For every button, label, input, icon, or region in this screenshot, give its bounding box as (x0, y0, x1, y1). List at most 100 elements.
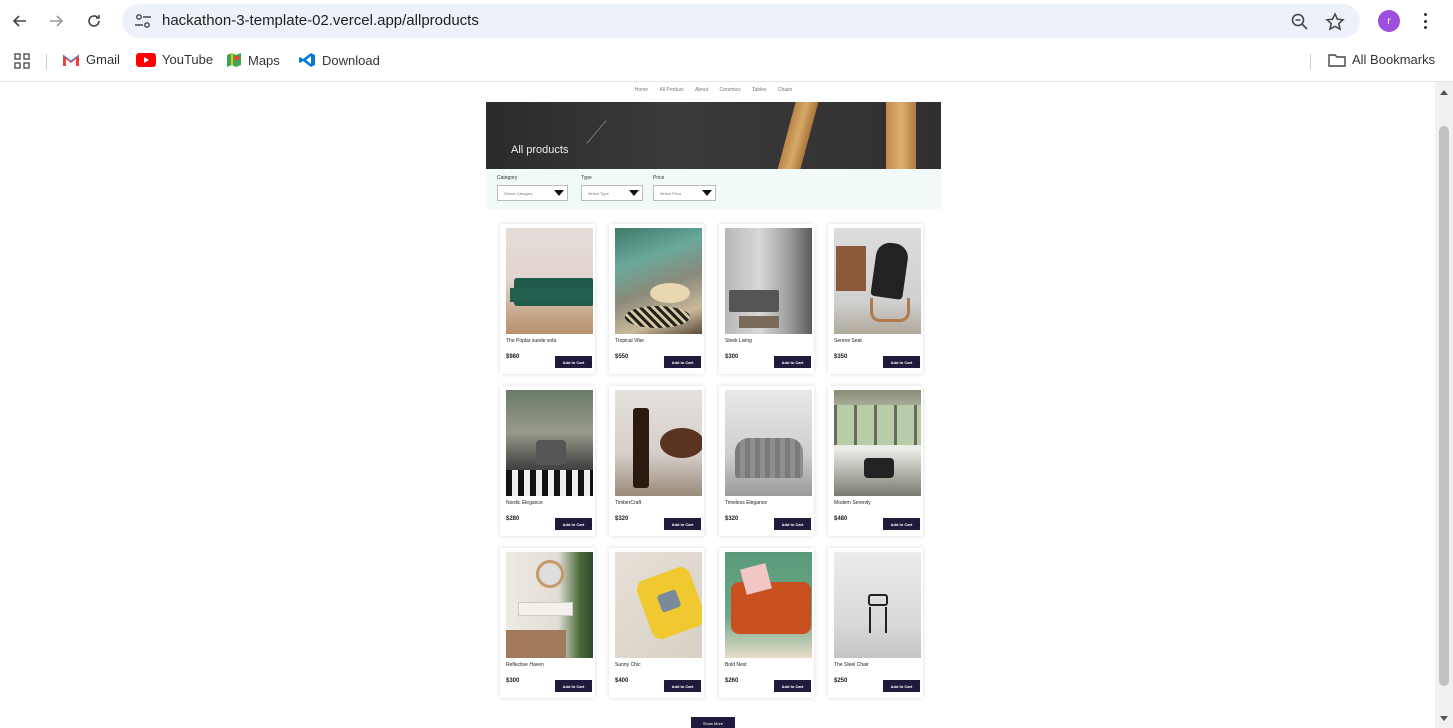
add-to-cart-button[interactable]: Add to Cart (555, 518, 592, 530)
bookmark-label: Download (322, 52, 380, 68)
product-card[interactable]: Timeless Elegance $320 Add to Cart (719, 386, 814, 536)
product-image[interactable] (725, 552, 812, 658)
product-price: $250 (834, 678, 848, 684)
add-to-cart-button[interactable]: Add to Cart (774, 680, 811, 692)
bookmark-maps[interactable]: Maps (226, 52, 280, 68)
bookmark-download[interactable]: Download (298, 52, 380, 68)
nav-home[interactable]: Home (635, 87, 648, 93)
scroll-thumb[interactable] (1439, 126, 1449, 686)
youtube-icon (136, 52, 156, 67)
add-to-cart-button[interactable]: Add to Cart (883, 518, 920, 530)
nav-chairs[interactable]: Chairs (778, 87, 792, 93)
bookmark-star-icon[interactable] (1325, 12, 1345, 32)
product-image[interactable] (834, 552, 921, 658)
nav-tables[interactable]: Tables (752, 87, 766, 93)
type-select[interactable]: Select Type (581, 185, 643, 201)
product-image[interactable] (834, 228, 921, 334)
nav-ceramics[interactable]: Ceramics (719, 87, 740, 93)
select-placeholder: Select Type (588, 190, 609, 196)
product-image[interactable] (725, 390, 812, 496)
category-select[interactable]: Select Category (497, 185, 568, 201)
product-image[interactable] (506, 228, 593, 334)
filter-category: Category Select Category (497, 175, 568, 201)
forward-button[interactable] (44, 9, 68, 33)
filter-type: Type Select Type (581, 175, 643, 201)
scroll-down-icon[interactable] (1440, 716, 1448, 721)
filter-price: Price Select Price (653, 175, 716, 201)
reload-button[interactable] (82, 9, 106, 33)
product-image[interactable] (506, 552, 593, 658)
product-image[interactable] (615, 228, 702, 334)
product-name: Modern Serenity (834, 500, 871, 506)
product-card[interactable]: Modern Serenity $480 Add to Cart (828, 386, 923, 536)
nav-all-product[interactable]: All Product (659, 87, 683, 93)
vscode-icon (299, 53, 315, 67)
product-price: $260 (725, 678, 739, 684)
add-to-cart-button[interactable]: Add to Cart (664, 518, 701, 530)
price-select[interactable]: Select Price (653, 185, 716, 201)
product-card[interactable]: Sleek Living $300 Add to Cart (719, 224, 814, 374)
select-placeholder: Select Price (660, 190, 682, 196)
product-name: Timeless Elegance (725, 500, 768, 506)
product-card[interactable]: Nordic Elegance $280 Add to Cart (500, 386, 595, 536)
product-card[interactable]: Serene Seat $350 Add to Cart (828, 224, 923, 374)
add-to-cart-button[interactable]: Add to Cart (664, 680, 701, 692)
product-image[interactable] (725, 228, 812, 334)
product-price: $320 (615, 516, 629, 522)
back-arrow-icon (12, 15, 26, 27)
hero-wood-plank (886, 102, 916, 169)
add-to-cart-button[interactable]: Add to Cart (774, 356, 811, 368)
bookmark-gmail[interactable]: Gmail (62, 52, 120, 67)
product-card[interactable]: TimberCraft $320 Add to Cart (609, 386, 704, 536)
product-image[interactable] (506, 390, 593, 496)
scroll-up-icon[interactable] (1440, 90, 1448, 95)
product-name: Sleek Living (725, 338, 752, 344)
add-to-cart-button[interactable]: Add to Cart (555, 356, 592, 368)
hero-decoration (586, 120, 607, 144)
site-settings-icon[interactable] (134, 13, 152, 29)
chevron-down-icon (702, 190, 712, 196)
back-button[interactable] (8, 9, 32, 33)
nav-about[interactable]: About (695, 87, 708, 93)
browser-menu-icon[interactable] (1420, 10, 1430, 32)
all-bookmarks-label: All Bookmarks (1352, 52, 1436, 67)
address-bar[interactable]: hackathon-3-template-02.vercel.app/allpr… (122, 4, 1360, 38)
product-card[interactable]: Reflective Haven $300 Add to Cart (500, 548, 595, 698)
forward-arrow-icon (50, 15, 64, 27)
folder-icon (1328, 53, 1346, 67)
product-price: $320 (725, 516, 739, 522)
add-to-cart-button[interactable]: Add to Cart (883, 680, 920, 692)
bookmark-label: YouTube (162, 52, 214, 67)
product-name: Bold Nest (725, 662, 747, 668)
add-to-cart-button[interactable]: Add to Cart (774, 518, 811, 530)
bookmark-youtube[interactable]: YouTube (136, 52, 213, 67)
product-image[interactable] (615, 552, 702, 658)
page-scrollbar[interactable] (1435, 82, 1453, 728)
profile-avatar[interactable]: r (1378, 10, 1400, 32)
show-more-button[interactable]: Show More (691, 717, 735, 728)
bookmarks-divider (46, 54, 47, 70)
add-to-cart-button[interactable]: Add to Cart (664, 356, 701, 368)
add-to-cart-button[interactable]: Add to Cart (883, 356, 920, 368)
product-card[interactable]: Tropical Vibe $550 Add to Cart (609, 224, 704, 374)
all-bookmarks-button[interactable]: All Bookmarks (1328, 52, 1435, 67)
product-image[interactable] (834, 390, 921, 496)
product-image[interactable] (615, 390, 702, 496)
product-card[interactable]: The Steel Chair $250 Add to Cart (828, 548, 923, 698)
zoom-icon[interactable] (1290, 12, 1310, 32)
apps-grid-icon[interactable] (14, 53, 30, 69)
product-price: $550 (615, 354, 629, 360)
product-price: $300 (506, 678, 520, 684)
product-card[interactable]: The Poplar suede sofa $980 Add to Cart (500, 224, 595, 374)
add-to-cart-button[interactable]: Add to Cart (555, 680, 592, 692)
chevron-down-icon (629, 190, 639, 196)
product-card[interactable]: Bold Nest $260 Add to Cart (719, 548, 814, 698)
product-name: Tropical Vibe (615, 338, 644, 344)
site-nav: Home All Product About Ceramics Tables C… (486, 87, 941, 93)
bookmark-label: Maps (248, 52, 280, 68)
bookmarks-bar: Gmail YouTube Maps Download All Bookmark… (0, 44, 1453, 78)
product-name: The Steel Chair (834, 662, 869, 668)
product-price: $480 (834, 516, 848, 522)
product-card[interactable]: Sunny Chic $400 Add to Cart (609, 548, 704, 698)
url-text[interactable]: hackathon-3-template-02.vercel.app/allpr… (162, 12, 479, 29)
